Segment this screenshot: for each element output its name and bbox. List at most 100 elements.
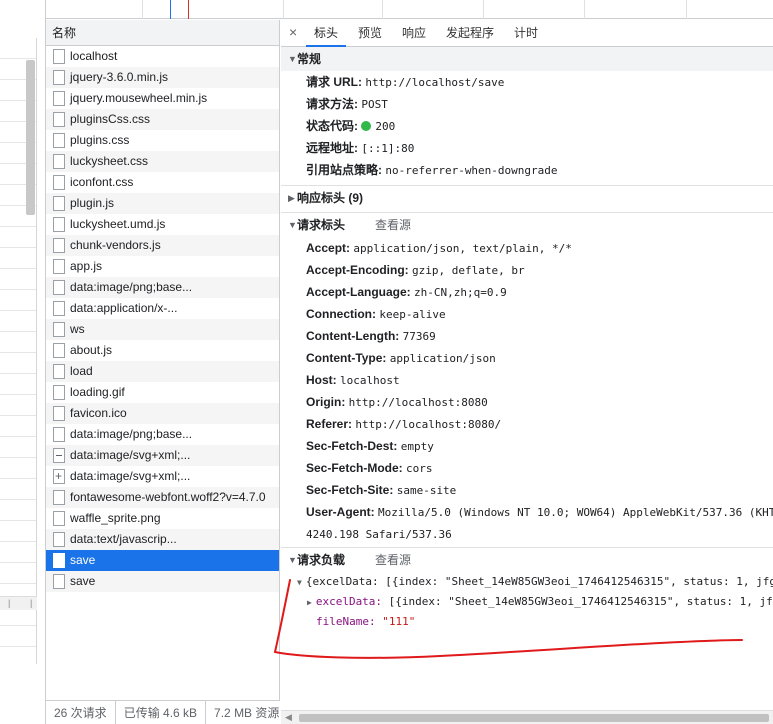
name-column-header[interactable]: 名称 [46, 20, 279, 46]
kv-key: Sec-Fetch-Dest: [306, 439, 398, 453]
request-row[interactable]: localhost [46, 46, 279, 67]
kv-value: POST [361, 98, 388, 111]
request-row[interactable]: plugins.css [46, 130, 279, 151]
request-row[interactable]: luckysheet.css [46, 151, 279, 172]
doc-icon [53, 574, 65, 589]
kv-value: localhost [340, 374, 400, 387]
request-name: data:application/x-... [70, 301, 178, 315]
request-row[interactable]: fontawesome-webfont.woff2?v=4.7.0 [46, 487, 279, 508]
scroll-left-icon[interactable]: ◀ [285, 712, 292, 723]
request-headers-header[interactable]: ▼ 请求标头 查看源 [281, 213, 773, 237]
request-row[interactable]: data:image/svg+xml;... [46, 445, 279, 466]
kv-value: 77369 [402, 330, 436, 343]
doc-icon [53, 532, 65, 547]
response-headers-header[interactable]: ▶ 响应标头 (9) [281, 186, 773, 210]
request-row[interactable]: save [46, 550, 279, 571]
page-scrollbar[interactable] [26, 60, 35, 215]
view-source-link[interactable]: 查看源 [375, 213, 411, 237]
general-header[interactable]: ▼ 常规 [281, 47, 773, 71]
payload-key: excelData: [315, 595, 383, 608]
request-row[interactable]: data:application/x-... [46, 298, 279, 319]
payload-title: 请求负载 [297, 553, 346, 567]
request-row[interactable]: data:text/javascrip... [46, 529, 279, 550]
tab-timing[interactable]: 计时 [514, 20, 538, 47]
minus-icon [53, 448, 65, 463]
request-row[interactable]: luckysheet.umd.js [46, 214, 279, 235]
kv-row: Sec-Fetch-Mode: cors [281, 457, 773, 479]
doc-icon [53, 364, 65, 379]
status-bar: 26 次请求 已传输 4.6 kB 7.2 MB 资源 [46, 700, 280, 724]
payload-key: fileName: [316, 615, 376, 628]
kv-row: Sec-Fetch-Dest: empty [281, 435, 773, 457]
request-header-rows: Accept: application/json, text/plain, */… [281, 237, 773, 523]
request-row[interactable]: ws [46, 319, 279, 340]
request-name: plugin.js [70, 196, 115, 210]
payload-filename-line: fileName: "111" [281, 612, 773, 632]
kv-value: keep-alive [379, 308, 446, 321]
request-headers-section: ▼ 请求标头 查看源 Accept: application/json, tex… [281, 213, 773, 545]
kv-key: Origin: [306, 395, 346, 409]
request-row[interactable]: app.js [46, 256, 279, 277]
kv-value: http://localhost:8080 [348, 396, 488, 409]
page-left-strip: | | [0, 0, 46, 724]
kv-row: 状态代码: 200 [281, 115, 773, 137]
kv-row: 请求 URL: http://localhost/save [281, 71, 773, 93]
doc-icon [53, 196, 65, 211]
request-row[interactable]: jquery.mousewheel.min.js [46, 88, 279, 109]
kv-value: application/json [389, 352, 496, 365]
doc-icon [53, 175, 65, 190]
kv-value: empty [400, 440, 434, 453]
kv-value: same-site [396, 484, 457, 497]
tab-initiator[interactable]: 发起程序 [446, 20, 494, 47]
kv-row: User-Agent: Mozilla/5.0 (Windows NT 10.0… [281, 501, 773, 523]
request-row[interactable]: data:image/png;base... [46, 277, 279, 298]
ua-continuation: 4240.198 Safari/537.36 [281, 523, 773, 545]
request-name: save [70, 574, 96, 588]
request-row[interactable]: save [46, 571, 279, 592]
close-icon[interactable]: × [289, 24, 297, 40]
request-row[interactable]: iconfont.css [46, 172, 279, 193]
status-ok-icon [361, 121, 372, 131]
expanded-triangle-icon: ▼ [288, 555, 297, 565]
kv-key: 引用站点策略: [306, 163, 382, 177]
request-row[interactable]: load [46, 361, 279, 382]
request-row[interactable]: waffle_sprite.png [46, 508, 279, 529]
payload-excel-line[interactable]: ▶ excelData: [{index: "Sheet_14eW85GW3eoi… [281, 592, 773, 612]
request-row[interactable]: favicon.ico [46, 403, 279, 424]
view-source-link[interactable]: 查看源 [375, 548, 411, 572]
kv-key: Content-Type: [306, 351, 387, 365]
kv-key: Content-Length: [306, 329, 400, 343]
request-row[interactable]: loading.gif [46, 382, 279, 403]
kv-key: Accept-Encoding: [306, 263, 409, 277]
kv-key: Sec-Fetch-Mode: [306, 461, 403, 475]
request-name: fontawesome-webfont.woff2?v=4.7.0 [70, 490, 266, 504]
payload-root-line[interactable]: ▼ {excelData: [{index: "Sheet_14eW85GW3eo… [281, 572, 773, 592]
tab-headers[interactable]: 标头 [306, 20, 347, 47]
collapsed-triangle-icon: ▶ [307, 598, 312, 607]
request-row[interactable]: plugin.js [46, 193, 279, 214]
kv-key: 远程地址: [306, 141, 358, 155]
request-row[interactable]: about.js [46, 340, 279, 361]
request-name: data:image/png;base... [70, 427, 193, 441]
collapsed-triangle-icon: ▶ [288, 193, 295, 203]
request-row[interactable]: jquery-3.6.0.min.js [46, 67, 279, 88]
payload-header[interactable]: ▼ 请求负载 查看源 [281, 548, 773, 572]
page-hscrollbar[interactable]: | | [0, 596, 37, 610]
kv-value: http://localhost/save [365, 76, 505, 89]
doc-icon [53, 406, 65, 421]
request-row[interactable]: chunk-vendors.js [46, 235, 279, 256]
doc-icon [53, 280, 65, 295]
scroll-thumb[interactable] [299, 714, 769, 722]
tab-preview[interactable]: 预览 [358, 20, 382, 47]
detail-hscrollbar[interactable]: ◀ [281, 710, 773, 724]
request-name: data:image/svg+xml;... [70, 448, 191, 462]
request-row[interactable]: pluginsCss.css [46, 109, 279, 130]
doc-icon [53, 322, 65, 337]
request-row[interactable]: data:image/png;base... [46, 424, 279, 445]
kv-key: 请求 URL: [306, 75, 362, 89]
tab-response[interactable]: 响应 [402, 20, 426, 47]
payload-value: "111" [375, 615, 416, 628]
request-row[interactable]: data:image/svg+xml;... [46, 466, 279, 487]
network-timeline [46, 0, 773, 19]
request-headers-title: 请求标头 [297, 218, 346, 232]
